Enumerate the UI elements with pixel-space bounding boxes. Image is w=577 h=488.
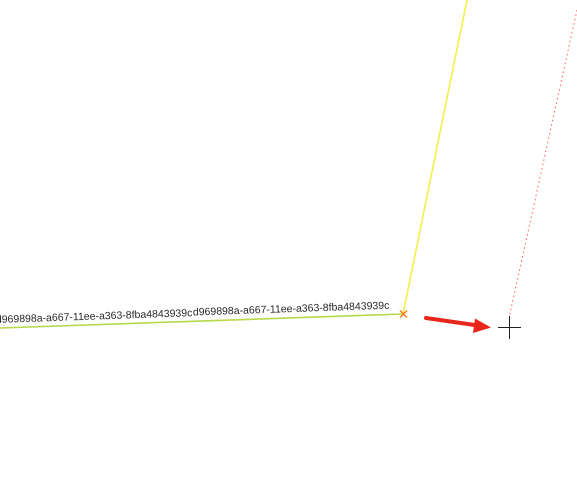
crosshair-cursor-icon [498, 316, 521, 339]
preview-dotted-line [508, 9, 577, 319]
drawing-canvas[interactable]: d969898a-a667-11ee-a363-8fba4843939c d96… [0, 0, 577, 488]
edge-label-left: d969898a-a667-11ee-a363-8fba4843939c [0, 307, 193, 326]
right-edge-line[interactable] [402, 0, 468, 315]
red-arrow-icon [424, 316, 491, 333]
